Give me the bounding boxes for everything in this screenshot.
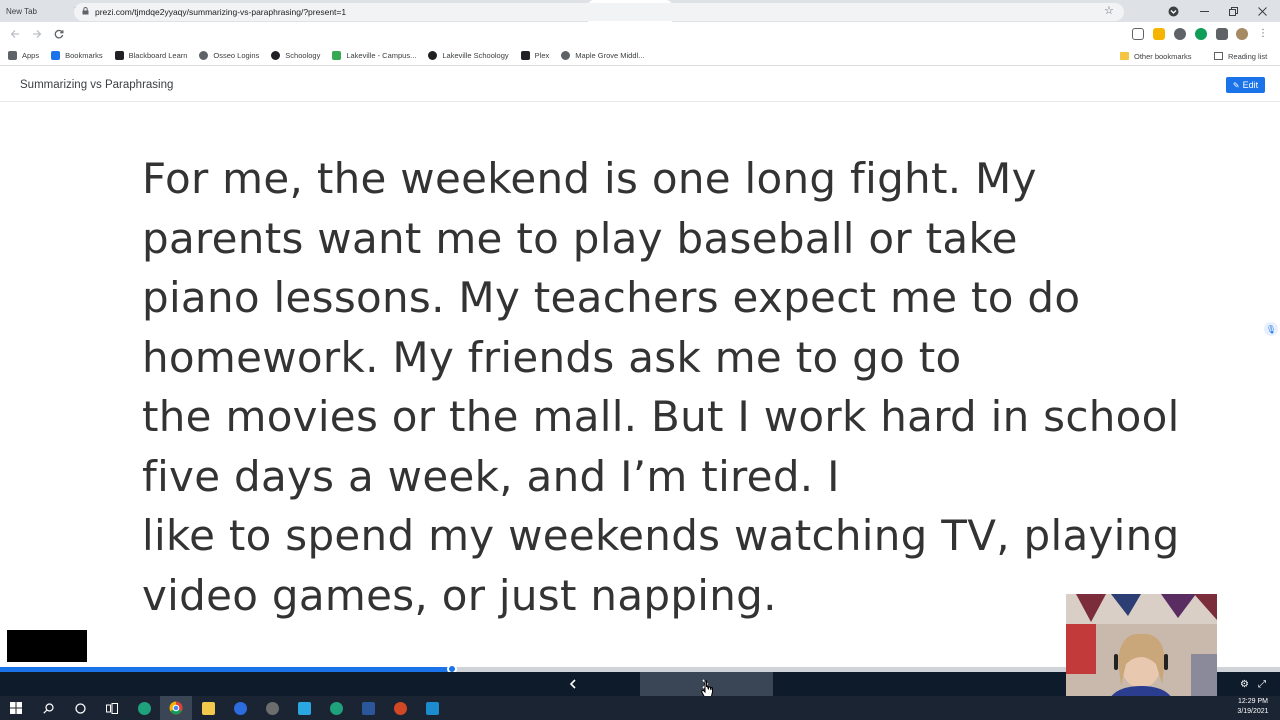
bookmark-item[interactable]: Plex [520,51,550,60]
bookmark-label: Schoology [285,51,321,60]
slide-text-line: homework. My friends ask me to go to [142,332,962,382]
browser-tab[interactable]: New Tab✕ [0,0,84,22]
schoology-icon [271,51,281,60]
profile-avatar[interactable] [1236,28,1248,40]
edge-dev-icon[interactable] [320,696,352,720]
bookmarks-bar: Apps Bookmarks Blackboard Learn Osseo Login… [0,46,1280,66]
windows-start-icon[interactable] [0,696,32,720]
browser-toolbar [0,22,1280,46]
cortana-icon[interactable] [64,696,96,720]
edit-button[interactable]: ✎ Edit [1226,77,1265,93]
fullscreen-icon[interactable]: ⤢ [1258,679,1266,690]
folder-icon [1120,52,1129,60]
presentation-title: Summarizing vs Paraphrasing [20,79,174,91]
address-bar[interactable]: prezi.com/tjmdqe2yyaqy/summarizing-vs-pa… [74,3,1124,21]
minimize-icon[interactable] [1200,0,1209,22]
bookmark-item[interactable]: Apps [8,51,39,60]
other-bookmarks-label: Other bookmarks [1134,51,1192,61]
bookmark-item[interactable]: Blackboard Learn [114,51,188,60]
slide-text-line: five days a week, and I’m tired. I [142,451,840,501]
cast-icon[interactable] [1132,28,1144,40]
app-photos-icon[interactable] [416,696,448,720]
lock-icon [82,7,89,17]
other-bookmarks[interactable]: Other bookmarks [1120,46,1192,66]
chrome-icon[interactable] [160,696,192,720]
forward-icon[interactable] [26,23,48,45]
apps-icon [8,51,17,60]
webcam-overlay [1066,594,1217,707]
star-icon [51,51,61,60]
back-icon[interactable] [4,23,26,45]
plex-icon [520,51,530,60]
presentation-header: Summarizing vs Paraphrasing ✎ Edit [0,67,1280,102]
restore-icon[interactable] [1229,0,1238,22]
bookmark-star-icon[interactable]: ☆ [1104,4,1114,17]
powerpoint-icon[interactable] [384,696,416,720]
clock-time: 12:29 PM [1238,698,1268,705]
menu-kebab-icon[interactable]: ⋮ [1258,28,1268,40]
reading-list-label: Reading list [1228,51,1268,61]
clock-date: 3/19/2021 [1237,708,1269,715]
bookmark-item[interactable]: Lakeville - Campus... [332,51,416,60]
bookmark-item[interactable]: Lakeville Schoology [428,51,509,60]
bookmark-label: Lakeville Schoology [442,51,509,60]
slide-text-line: For me, the weekend is one long fight. M… [142,154,1037,203]
slide-text-line: the movies or the mall. But I work hard … [142,392,1180,441]
slide-text-line: video games, or just napping. [142,570,777,620]
campus-icon [332,51,342,60]
bookmark-item[interactable]: Maple Grove Middl... [561,51,644,60]
bookmark-label: Apps [22,51,40,60]
chevron-left-icon [569,679,576,689]
slide-text-line: parents want me to play baseball or take [142,213,1018,263]
slide-text-line: like to spend my weekends watching TV, p… [142,511,1180,560]
schoology-icon [428,51,438,60]
blackboard-icon [114,51,124,60]
app-check-icon[interactable] [288,696,320,720]
edge-icon[interactable] [128,696,160,720]
bookmark-item[interactable]: Bookmarks [51,51,103,60]
extensions-puzzle-icon[interactable] [1216,28,1228,40]
reload-icon[interactable] [48,23,70,45]
bookmark-label: Blackboard Learn [128,51,188,60]
extension-shield-icon[interactable] [1153,28,1165,40]
bookmark-list: Apps Bookmarks Blackboard Learn Osseo Login… [8,51,656,60]
globe-icon [561,51,571,60]
logins-icon [199,51,209,60]
presentation-tools: ⚙ ⤢ [1240,672,1275,696]
slide-text-line: piano lessons. My teachers expect me to … [142,273,1081,322]
edit-label: Edit [1242,80,1259,90]
previous-slide-button[interactable] [560,672,586,696]
microphone-icon[interactable]: 🎙 [1264,322,1278,336]
reading-list[interactable]: Reading list [1214,46,1267,66]
redaction-box [7,630,87,662]
bookmark-item[interactable]: Osseo Logins [199,51,259,60]
app-globe-icon[interactable] [224,696,256,720]
bookmark-label: Bookmarks [65,51,103,60]
bookmark-label: Lakeville - Campus... [346,51,417,60]
search-icon[interactable] [32,696,64,720]
tab-title: New Tab [6,6,37,16]
close-window-icon[interactable] [1258,0,1267,22]
windows-taskbar [0,696,1280,720]
bookmark-item[interactable]: Schoology [271,51,320,60]
bookmark-label: Maple Grove Middl... [575,51,645,60]
url-text: prezi.com/tjmdqe2yyaqy/summarizing-vs-pa… [95,7,347,17]
extension-globe-icon[interactable] [1174,28,1186,40]
extension-user-icon[interactable] [1195,28,1207,40]
screen: New Tab✕Gsummary w✕Staff Logins✕Clever |… [0,0,1280,720]
bookmark-label: Osseo Logins [213,51,260,60]
tab-search-icon[interactable] [1168,0,1179,22]
pencil-icon: ✎ [1232,80,1240,90]
slide-text: For me, the weekend is one long fight. M… [142,149,1180,625]
app-aperture-icon[interactable] [256,696,288,720]
word-icon[interactable] [352,696,384,720]
task-view-icon[interactable] [96,696,128,720]
file-explorer-icon[interactable] [192,696,224,720]
reading-list-icon [1214,52,1223,60]
bookmark-label: Plex [534,51,550,60]
settings-icon[interactable]: ⚙ [1240,679,1249,690]
system-clock[interactable]: 12:29 PM 3/19/2021 [1226,697,1280,719]
